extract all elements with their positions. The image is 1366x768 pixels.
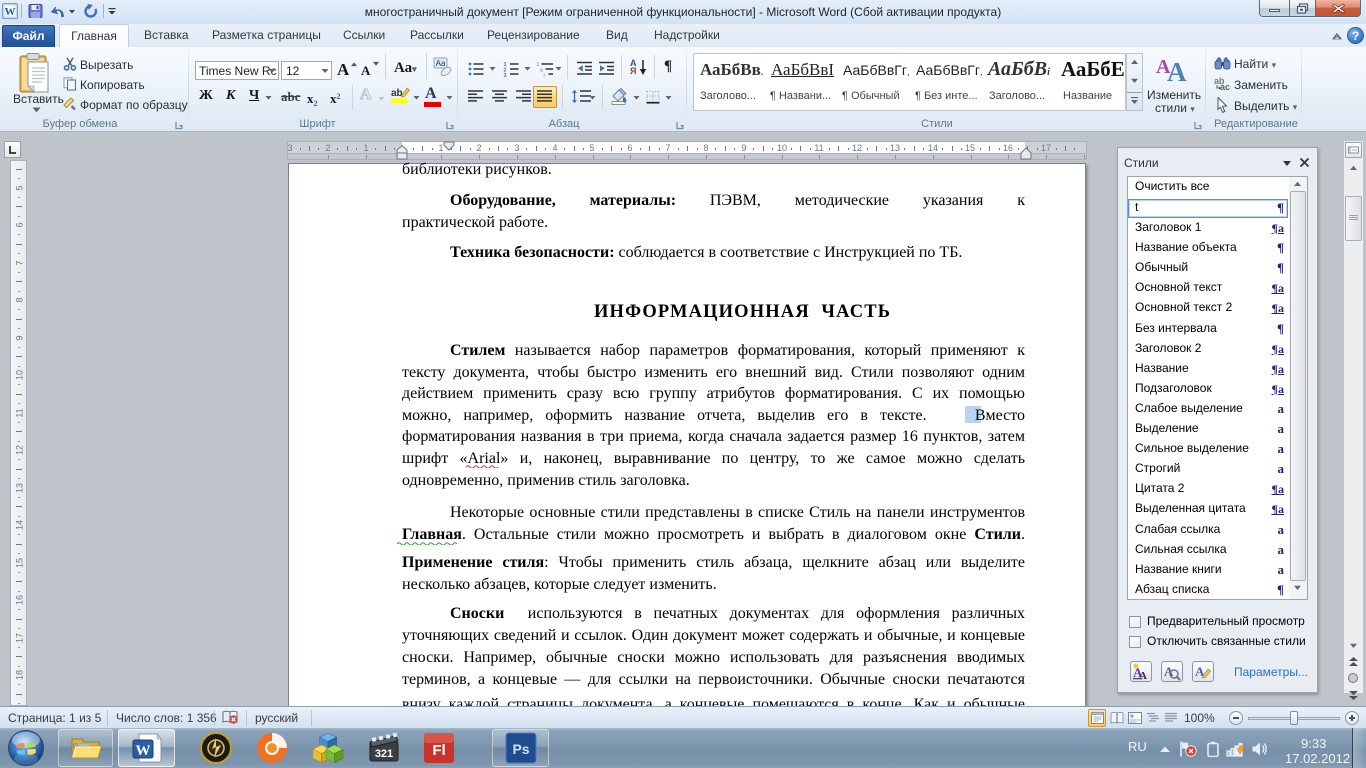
svg-text:Ps: Ps [512,741,529,757]
svg-text:А: А [1139,670,1147,681]
svg-text:Аа: Аа [436,59,446,68]
svg-text:W: W [136,743,151,759]
svg-text:3: 3 [504,73,507,77]
svg-text:ab: ab [391,88,403,99]
svg-text:А: А [1164,664,1174,679]
svg-text:321: 321 [375,748,393,760]
svg-text:ac: ac [1220,82,1230,91]
svg-text:A: A [1167,57,1187,84]
svg-text:i: i [544,73,545,77]
svg-text:Fl: Fl [432,742,445,759]
